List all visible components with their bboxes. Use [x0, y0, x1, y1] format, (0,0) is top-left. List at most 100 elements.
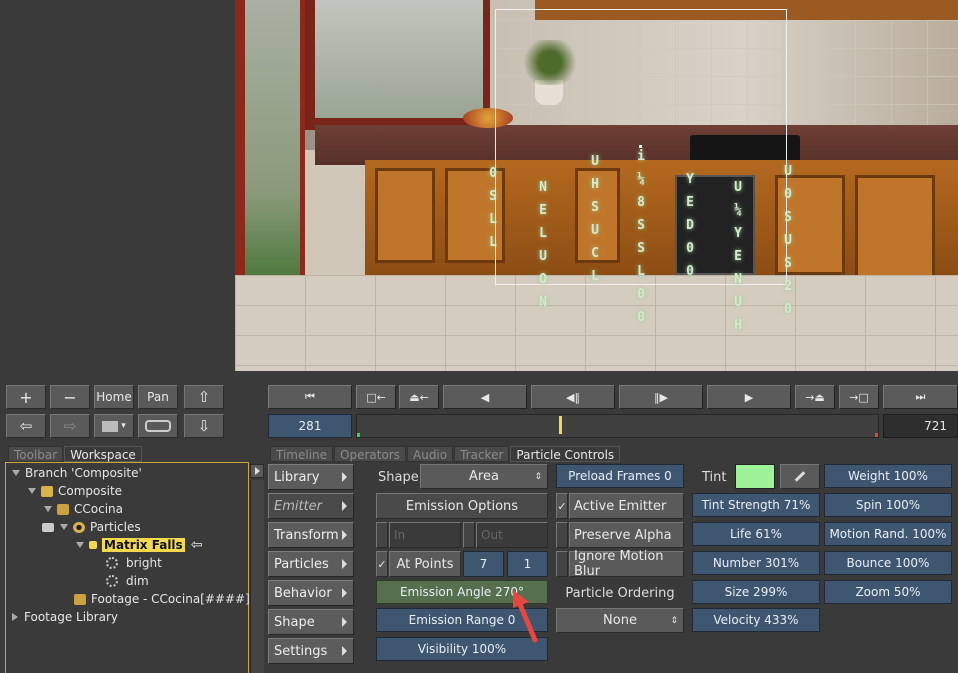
emission-options-button[interactable]: Emission Options: [376, 493, 548, 519]
tab-tracker[interactable]: Tracker: [454, 446, 510, 462]
ignore-motion-blur-button[interactable]: Ignore Motion Blur: [569, 549, 684, 579]
visibility-toggle-icon[interactable]: [42, 522, 54, 532]
eyedropper-button[interactable]: [780, 464, 820, 489]
matrix-glyph: N: [539, 180, 547, 195]
bounce-slider[interactable]: Bounce 100%: [824, 551, 952, 575]
play-button[interactable]: ▶: [707, 385, 791, 409]
current-frame-field[interactable]: 281: [268, 414, 352, 438]
out-button[interactable]: Out: [476, 522, 548, 548]
end-frame-field[interactable]: 721: [883, 414, 958, 438]
footage-icon: [74, 593, 86, 605]
tree-item-composite[interactable]: Composite: [28, 482, 122, 500]
tree-item-ccocina[interactable]: CCocina: [44, 500, 123, 518]
number-slider[interactable]: Number 301%: [692, 551, 820, 575]
ignore-motion-blur-checkbox[interactable]: [556, 551, 568, 577]
collapse-icon[interactable]: [12, 613, 18, 621]
life-slider[interactable]: Life 61%: [692, 522, 820, 546]
move-up-button[interactable]: ⇧: [184, 385, 224, 409]
move-right-button[interactable]: ⇨: [50, 414, 90, 438]
category-library[interactable]: Library: [268, 464, 354, 490]
expand-icon[interactable]: [76, 542, 84, 548]
tree-item-particles[interactable]: Particles: [42, 518, 141, 536]
link-nodes-button[interactable]: [138, 414, 178, 438]
expand-icon[interactable]: [12, 470, 20, 476]
matrix-glyph: 0: [784, 302, 792, 317]
particle-ordering-value: None: [603, 613, 637, 628]
matrix-glyph: U: [591, 223, 599, 238]
active-emitter-checkbox[interactable]: ✓: [556, 493, 568, 519]
move-left-button[interactable]: ⇦: [6, 414, 46, 438]
tab-timeline[interactable]: Timeline: [270, 446, 334, 462]
active-emitter-button[interactable]: Active Emitter: [569, 493, 684, 519]
tree-item-footage[interactable]: Footage - CCocina[####]: [74, 590, 250, 608]
preload-frames-slider[interactable]: Preload Frames 0: [556, 464, 684, 488]
weight-slider[interactable]: Weight 100%: [824, 464, 952, 488]
expand-icon[interactable]: [60, 524, 68, 530]
expand-icon[interactable]: [28, 488, 36, 494]
tab-workspace[interactable]: Workspace: [64, 446, 142, 462]
goto-out-button[interactable]: →⏏: [795, 385, 835, 409]
tab-audio[interactable]: Audio: [407, 446, 454, 462]
tab-operators[interactable]: Operators: [334, 446, 406, 462]
home-button[interactable]: Home: [94, 385, 134, 409]
category-transform[interactable]: Transform: [268, 522, 354, 548]
motion-rand-slider[interactable]: Motion Rand. 100%: [824, 522, 952, 546]
step-forward-button[interactable]: ‖▶: [619, 385, 703, 409]
zoom-in-button[interactable]: +: [6, 385, 46, 409]
at-points-field-b[interactable]: 1: [507, 551, 548, 577]
category-particles[interactable]: Particles: [268, 551, 354, 577]
category-behavior[interactable]: Behavior: [268, 580, 354, 606]
at-points-button[interactable]: At Points: [389, 551, 461, 577]
goto-in-button[interactable]: ⏏←: [399, 385, 439, 409]
tab-toolbar[interactable]: Toolbar: [8, 446, 64, 462]
zoom-slider[interactable]: Zoom 50%: [824, 580, 952, 604]
category-settings-label: Settings: [274, 643, 328, 659]
tree-scroll-arrow[interactable]: [250, 464, 264, 478]
in-button[interactable]: In: [389, 522, 461, 548]
category-shape[interactable]: Shape: [268, 609, 354, 635]
first-frame-button[interactable]: ⏮: [268, 385, 352, 409]
zoom-out-button[interactable]: −: [50, 385, 90, 409]
mark-in-button[interactable]: □←: [356, 385, 396, 409]
category-settings[interactable]: Settings: [268, 638, 354, 664]
tree-item-footage-library[interactable]: Footage Library: [12, 608, 118, 626]
expand-icon[interactable]: [44, 506, 52, 512]
view-mode-dropdown[interactable]: ▾: [94, 414, 134, 438]
preserve-alpha-checkbox[interactable]: [556, 522, 568, 548]
tree-item-dim[interactable]: dim: [106, 572, 149, 590]
tree-item-bright-label: bright: [126, 556, 162, 570]
step-back-button[interactable]: ◀‖: [531, 385, 615, 409]
at-points-checkbox[interactable]: ✓: [376, 551, 388, 577]
category-emitter[interactable]: Emitter: [268, 493, 354, 519]
velocity-slider[interactable]: Velocity 433%: [692, 608, 820, 632]
in-checkbox[interactable]: [376, 522, 388, 548]
matrix-column: U¼YENUH: [730, 176, 746, 337]
out-checkbox[interactable]: [463, 522, 475, 548]
tree-item-branch[interactable]: Branch 'Composite': [12, 464, 142, 482]
tree-item-composite-label: Composite: [58, 484, 123, 498]
tree-item-bright[interactable]: bright: [106, 554, 162, 572]
matrix-glyph: L: [489, 235, 497, 250]
shape-dropdown[interactable]: Area ⇕: [420, 464, 548, 489]
tab-particle-controls[interactable]: Particle Controls: [510, 446, 621, 462]
matrix-glyph: i: [637, 149, 645, 164]
pan-button[interactable]: Pan: [138, 385, 178, 409]
matrix-glyph: D: [686, 218, 694, 233]
prev-frame-button[interactable]: ◀: [443, 385, 527, 409]
tint-strength-slider[interactable]: Tint Strength 71%: [692, 493, 820, 517]
spin-slider[interactable]: Spin 100%: [824, 493, 952, 517]
tree-scrollbar[interactable]: [250, 480, 264, 673]
at-points-field-a[interactable]: 7: [463, 551, 504, 577]
preserve-alpha-button[interactable]: Preserve Alpha: [569, 522, 684, 548]
viewer-canvas[interactable]: 0SLLNELUONUHSUCLi¼8SSL00YED00U¼YENUHU0SU…: [235, 0, 958, 371]
annotation-arrow-icon: [513, 590, 538, 643]
timeline-scrubber[interactable]: [356, 414, 879, 438]
size-slider[interactable]: Size 299%: [692, 580, 820, 604]
particle-ordering-dropdown[interactable]: None ⇕: [556, 608, 684, 633]
move-down-button[interactable]: ⇩: [184, 414, 224, 438]
mark-out-button[interactable]: →□: [839, 385, 879, 409]
tint-color-swatch[interactable]: [735, 464, 775, 489]
tree-item-matrix-falls[interactable]: Matrix Falls ⇦: [76, 536, 202, 554]
last-frame-button[interactable]: ⏭: [883, 385, 958, 409]
playhead-marker[interactable]: [559, 416, 562, 434]
